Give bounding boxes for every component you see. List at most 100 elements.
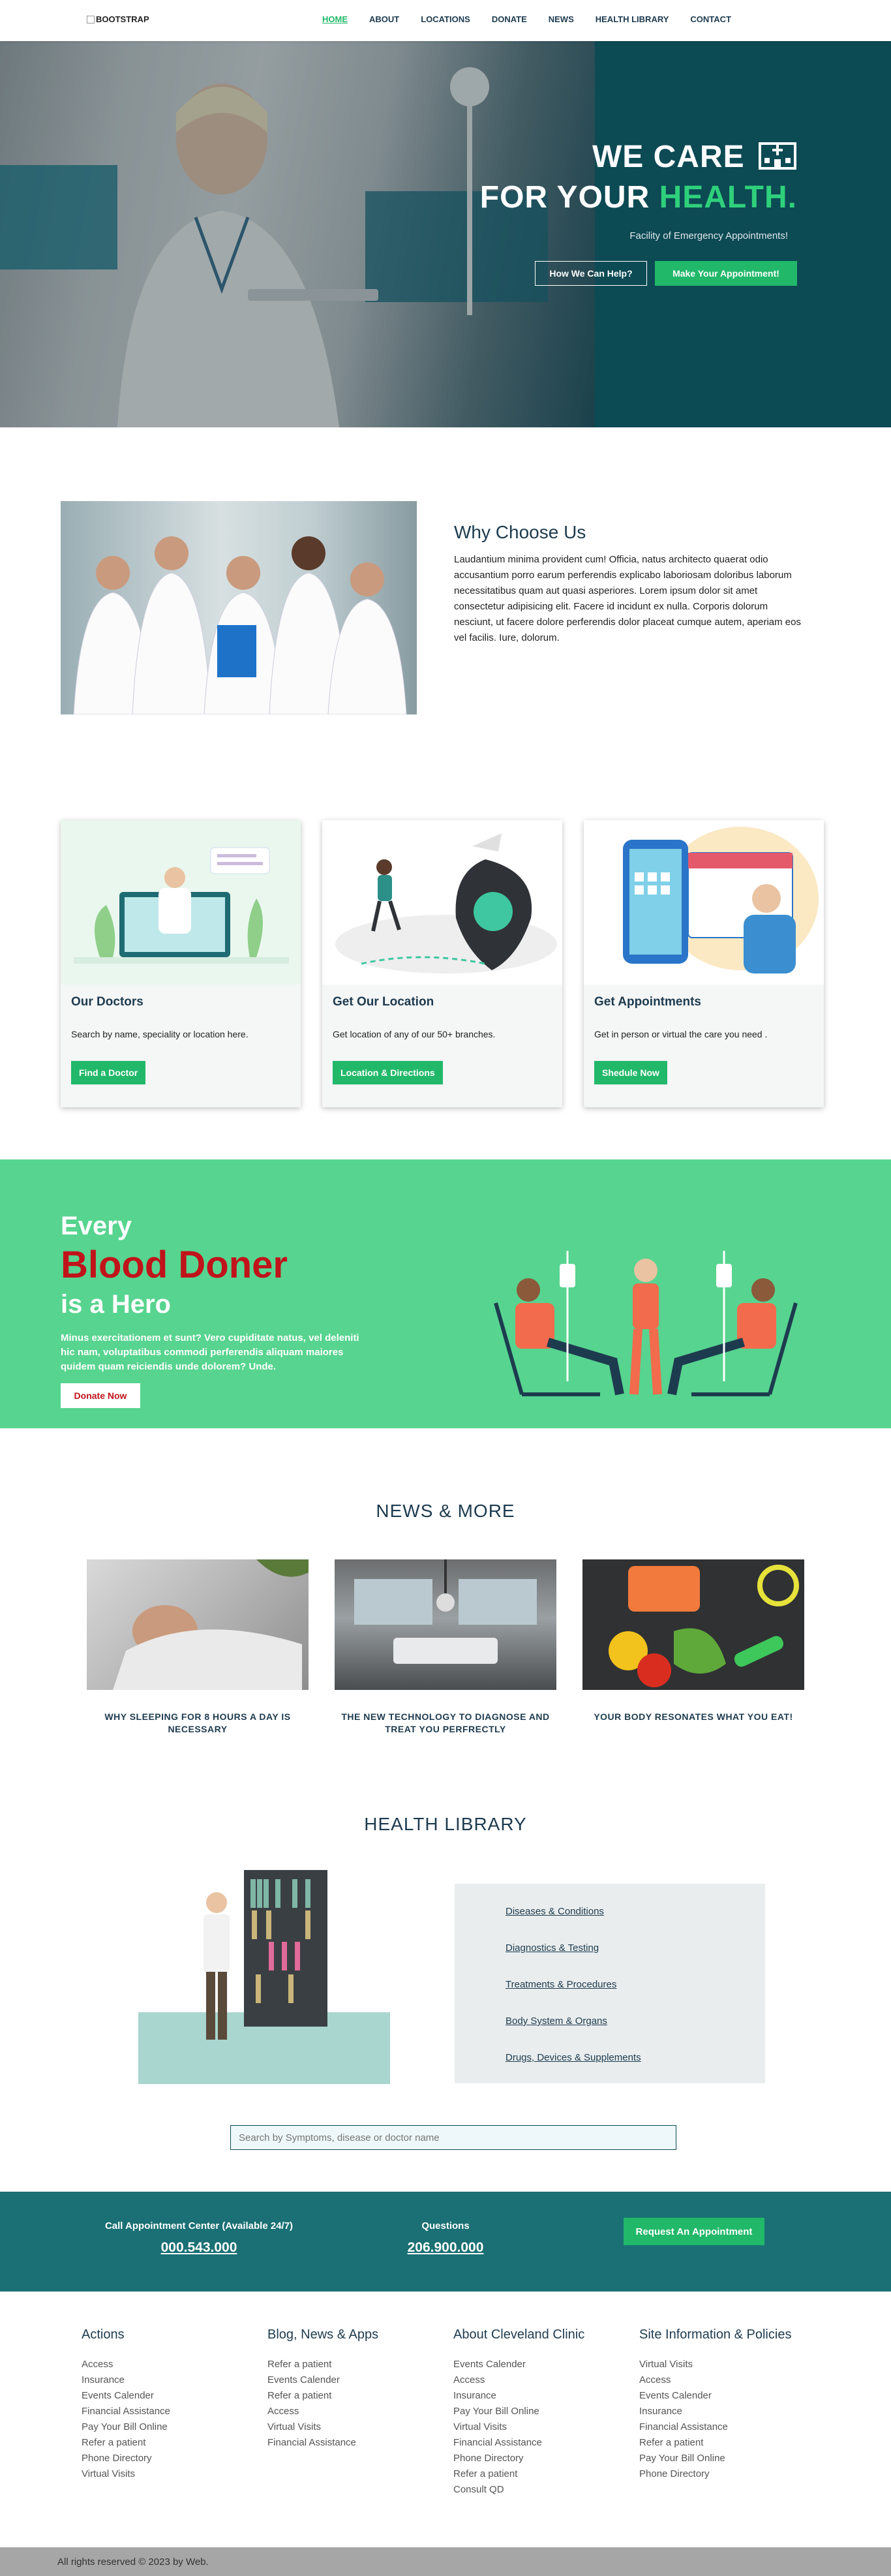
brand-logo[interactable]: BOOTSTRAP [87,14,149,24]
appointment-cta-band: Call Appointment Center (Available 24/7)… [0,2192,891,2292]
location-illustration [322,820,562,985]
footer-link[interactable]: Virtual Visits [453,2419,629,2435]
donate-now-button[interactable]: Donate Now [61,1383,140,1408]
questions-phone[interactable]: 206.900.000 [380,2240,511,2256]
nav-item-health-library[interactable]: HEALTH LIBRARY [596,14,669,24]
nav-item-locations[interactable]: LOCATIONS [421,14,470,24]
footer-link[interactable]: Access [453,2372,629,2388]
footer-link[interactable]: Virtual Visits [267,2419,444,2435]
call-center-label: Call Appointment Center (Available 24/7) [104,2220,294,2231]
footer-link[interactable]: Financial Assistance [453,2435,629,2451]
footer-link[interactable]: Access [639,2372,815,2388]
news-caption[interactable]: YOUR BODY RESONATES WHAT YOU EAT! [582,1711,804,1723]
blood-heading-line3: is a Hero [61,1290,171,1319]
brand-logo-text: BOOTSTRAP [96,14,149,24]
footer-link[interactable]: Events Calender [82,2388,258,2404]
library-link-diseases[interactable]: Diseases & Conditions [506,1906,604,1917]
footer-link[interactable]: Financial Assistance [639,2419,815,2435]
medical-team-photo [61,501,417,715]
schedule-now-button[interactable]: Shedule Now [594,1061,667,1084]
footer-link[interactable]: Refer a patient [82,2435,258,2451]
footer-link[interactable]: Insurance [453,2388,629,2404]
hero-heading-line2: FOR YOUR HEALTH. [0,179,797,215]
copyright-text: All rights reserved © 2023 by Web. [57,2556,209,2568]
footer-link[interactable]: Refer a patient [267,2357,444,2372]
footer-link[interactable]: Events Calender [453,2357,629,2372]
card-description: Search by name, speciality or location h… [71,1029,249,1039]
footer-link[interactable]: Pay Your Bill Online [453,2404,629,2419]
nav-item-contact[interactable]: CONTACT [690,14,731,24]
footer-link[interactable]: Access [82,2357,258,2372]
footer-column-actions: Actions Access Insurance Events Calender… [82,2327,258,2482]
hero-section: WE CARE FOR YOUR HEALTH. Facility of Eme… [0,41,891,427]
footer-link[interactable]: Events Calender [639,2388,815,2404]
hero-heading-highlight: HEALTH. [659,180,797,215]
news-section-title: NEWS & MORE [376,1501,515,1521]
hero-subtitle: Facility of Emergency Appointments! [629,230,788,241]
make-appointment-button[interactable]: Make Your Appointment! [655,261,797,286]
card-get-location: Get Our Location Get location of any of … [322,820,562,1107]
nav-item-about[interactable]: ABOUT [369,14,399,24]
find-doctor-button[interactable]: Find a Doctor [71,1061,146,1084]
footer-link[interactable]: Phone Directory [82,2451,258,2466]
footer-link[interactable]: Refer a patient [639,2435,815,2451]
blood-donation-illustration [494,1251,798,1396]
footer-link[interactable]: Virtual Visits [82,2466,258,2482]
medical-team-illustration [61,501,417,715]
footer-link[interactable]: Financial Assistance [267,2435,444,2451]
copyright-bar: All rights reserved © 2023 by Web. [0,2547,891,2576]
footer-link[interactable]: Consult QD [453,2482,629,2498]
footer-link[interactable]: Refer a patient [267,2388,444,2404]
card-our-doctors: Our Doctors Search by name, speciality o… [61,820,301,1107]
footer-link[interactable]: Events Calender [267,2372,444,2388]
library-link-body-system[interactable]: Body System & Organs [506,2016,607,2027]
hero-heading-text: WE CARE [592,140,745,174]
blood-donor-banner: Every Blood Doner is a Hero Minus exerci… [0,1159,891,1428]
card-description: Get location of any of our 50+ branches. [333,1029,496,1039]
how-we-help-button[interactable]: How We Can Help? [535,261,647,286]
news-image-technology[interactable] [335,1559,556,1690]
footer-link[interactable]: Phone Directory [453,2451,629,2466]
footer-link[interactable]: Insurance [639,2404,815,2419]
footer-column-title: Site Information & Policies [639,2327,792,2342]
footer-link[interactable]: Virtual Visits [639,2357,815,2372]
appointments-illustration [584,820,824,985]
nav-item-donate[interactable]: DONATE [492,14,527,24]
card-title: Get Appointments [594,995,701,1009]
hero-heading-line1: WE CARE [0,139,797,175]
card-description: Get in person or virtual the care you ne… [594,1029,768,1039]
request-appointment-button[interactable]: Request An Appointment [624,2218,764,2245]
footer-link[interactable]: Pay Your Bill Online [82,2419,258,2435]
nav-item-news[interactable]: NEWS [549,14,574,24]
nav-menu: HOME ABOUT LOCATIONS DONATE NEWS HEALTH … [322,14,731,24]
location-directions-button[interactable]: Location & Directions [333,1061,443,1084]
footer-link[interactable]: Refer a patient [453,2466,629,2482]
top-navbar: BOOTSTRAP HOME ABOUT LOCATIONS DONATE NE… [0,0,891,41]
card-get-appointments: Get Appointments Get in person or virtua… [584,820,824,1107]
doctors-illustration [61,820,301,985]
footer-link[interactable]: Pay Your Bill Online [639,2451,815,2466]
news-image-food[interactable] [582,1559,804,1690]
footer-column-about: About Cleveland Clinic Events Calender A… [453,2327,629,2498]
news-caption[interactable]: WHY SLEEPING FOR 8 HOURS A DAY IS NECESS… [87,1711,309,1736]
footer-link[interactable]: Access [267,2404,444,2419]
library-link-drugs[interactable]: Drugs, Devices & Supplements [506,2052,641,2063]
nav-item-home[interactable]: HOME [322,14,348,24]
blood-heading-line1: Every [61,1212,132,1240]
blood-text: Minus exercitationem et sunt? Vero cupid… [61,1332,359,1372]
footer-link[interactable]: Financial Assistance [82,2404,258,2419]
call-center-phone[interactable]: 000.543.000 [91,2240,307,2256]
hospital-icon [759,142,796,170]
health-library-title: HEALTH LIBRARY [364,1814,527,1834]
news-caption[interactable]: THE NEW TECHNOLOGY TO DIAGNOSE AND TREAT… [335,1711,556,1736]
library-search-input[interactable] [230,2125,676,2150]
footer-column-title: About Cleveland Clinic [453,2327,585,2342]
library-link-diagnostics[interactable]: Diagnostics & Testing [506,1942,599,1954]
footer-column-title: Actions [82,2327,125,2342]
news-image-sleeping[interactable] [87,1559,309,1690]
footer-link[interactable]: Phone Directory [639,2466,815,2482]
footer-column-blog: Blog, News & Apps Refer a patient Events… [267,2327,444,2451]
questions-label: Questions [421,2220,470,2231]
library-link-treatments[interactable]: Treatments & Procedures [506,1979,616,1990]
footer-link[interactable]: Insurance [82,2372,258,2388]
